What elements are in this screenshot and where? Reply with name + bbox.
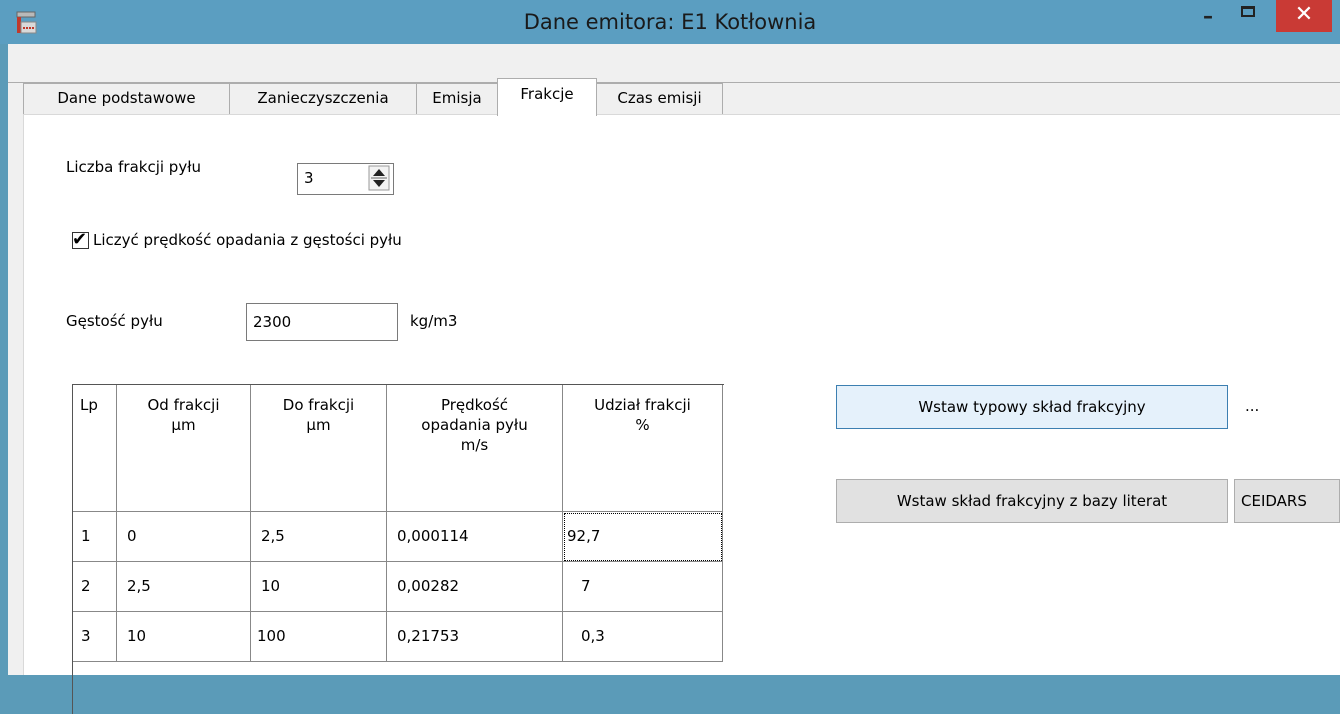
fraction-count-value: 3 <box>304 169 314 187</box>
column-header-udzial: Udział frakcji % <box>563 385 723 512</box>
tab-zanieczyszczenia[interactable]: Zanieczyszczenia <box>229 83 417 114</box>
density-input[interactable]: 2300 <box>246 303 398 341</box>
table-cell[interactable]: 0,00282 <box>387 562 563 612</box>
table-cell[interactable]: 0 <box>117 512 251 562</box>
tab-frakcje[interactable]: Frakcje <box>497 78 597 116</box>
fraction-count-label: Liczba frakcji pyłu <box>66 158 201 176</box>
column-header-od-frakcji: Od frakcji µm <box>117 385 251 512</box>
settle-speed-checkbox[interactable]: ✔ <box>72 229 89 250</box>
table-cell[interactable]: 10 <box>117 612 251 662</box>
density-unit: kg/m3 <box>410 312 458 330</box>
close-button[interactable]: ✕ <box>1276 0 1332 32</box>
maximize-icon <box>1241 6 1255 17</box>
tab-dane-podstawowe[interactable]: Dane podstawowe <box>23 83 230 114</box>
tab-czas-emisji[interactable]: Czas emisji <box>596 83 723 114</box>
table-cell[interactable]: 2 <box>73 562 117 612</box>
settle-speed-checkbox-label: Liczyć prędkość opadania z gęstości pyłu <box>93 231 402 249</box>
table-cell[interactable]: 0,000114 <box>387 512 563 562</box>
table-cell[interactable]: 0,3 <box>563 612 723 662</box>
minimize-button[interactable]: – <box>1188 0 1228 32</box>
column-header-lp: Lp <box>73 385 117 512</box>
more-options-button[interactable]: ... <box>1245 397 1259 415</box>
table-cell[interactable]: 100 <box>251 612 387 662</box>
checkmark-icon: ✔ <box>72 229 88 250</box>
table-cell[interactable]: 2,5 <box>117 562 251 612</box>
column-header-do-frakcji: Do frakcji µm <box>251 385 387 512</box>
insert-typical-fractions-button[interactable]: Wstaw typowy skład frakcyjny <box>836 385 1228 429</box>
table-cell-focused[interactable]: 92,7 <box>563 512 723 562</box>
table-cell[interactable]: 0,21753 <box>387 612 563 662</box>
table-cell[interactable]: 7 <box>563 562 723 612</box>
table-cell[interactable]: 2,5 <box>251 512 387 562</box>
column-header-predkosc: Prędkość opadania pyłu m/s <box>387 385 563 512</box>
insert-literature-fractions-button[interactable]: Wstaw skład frakcyjny z bazy literat <box>836 479 1228 523</box>
table-cell[interactable]: 10 <box>251 562 387 612</box>
maximize-button[interactable] <box>1228 0 1268 32</box>
table-cell[interactable]: 3 <box>73 612 117 662</box>
density-label: Gęstość pyłu <box>66 312 163 330</box>
tab-emisja[interactable]: Emisja <box>416 83 498 114</box>
ceidars-button[interactable]: CEIDARS <box>1234 479 1340 523</box>
window-title: Dane emitora: E1 Kotłownia <box>523 10 817 34</box>
stepper-arrows-icon[interactable] <box>368 165 390 191</box>
table-cell[interactable]: 1 <box>73 512 117 562</box>
